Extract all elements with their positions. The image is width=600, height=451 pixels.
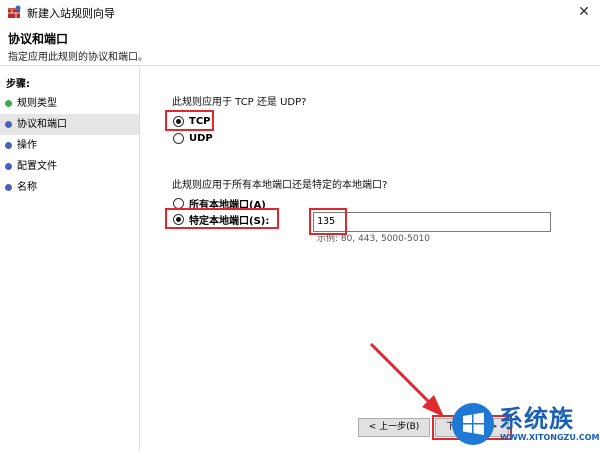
firewall-icon — [8, 5, 21, 18]
ports-example: 示例: 80, 443, 5000-5010 — [317, 234, 431, 244]
radio-tcp[interactable]: TCP — [173, 113, 211, 129]
sidebar-item-label: 名称 — [17, 182, 37, 193]
steps-list: 规则类型 协议和端口 操作 配置文件 名称 — [0, 93, 139, 198]
back-button[interactable]: < 上一步(B) — [358, 418, 430, 437]
windows-logo-icon — [452, 403, 494, 445]
radio-label: 特定本地端口(S): — [189, 215, 270, 227]
sidebar-item-name[interactable]: 名称 — [0, 177, 139, 198]
watermark: 系统族 WWW.XITONGZU.COM — [447, 397, 600, 451]
title-bar: 新建入站规则向导 ✕ — [0, 0, 600, 24]
steps-label: 步骤: — [6, 79, 30, 90]
wizard-header: 协议和端口 指定应用此规则的协议和端口。 — [0, 24, 600, 66]
step-bullet-icon — [5, 184, 12, 191]
annotation-arrow-icon — [369, 342, 444, 417]
sidebar-item-profile[interactable]: 配置文件 — [0, 156, 139, 177]
sidebar-item-label: 配置文件 — [17, 161, 57, 172]
radio-label: TCP — [189, 115, 211, 127]
sidebar-item-action[interactable]: 操作 — [0, 135, 139, 156]
radio-udp[interactable]: UDP — [173, 130, 213, 146]
radio-button-checked[interactable] — [173, 213, 184, 225]
sidebar-item-label: 操作 — [17, 140, 37, 151]
radio-button[interactable] — [173, 132, 184, 144]
watermark-text: 系统族 — [499, 405, 574, 433]
step-bullet-icon — [5, 121, 12, 128]
sidebar-item-protocol-ports[interactable]: 协议和端口 — [0, 114, 139, 135]
radio-button-checked[interactable] — [173, 115, 184, 127]
sidebar-item-label: 规则类型 — [17, 98, 57, 109]
step-bullet-icon — [5, 163, 12, 170]
step-bullet-icon — [5, 142, 12, 149]
ports-question: 此规则应用于所有本地端口还是特定的本地端口? — [172, 180, 388, 191]
protocol-question: 此规则应用于 TCP 还是 UDP? — [172, 97, 307, 108]
page-title: 协议和端口 — [8, 32, 69, 46]
page-subtitle: 指定应用此规则的协议和端口。 — [8, 52, 148, 63]
port-input[interactable]: 135 — [313, 212, 551, 232]
radio-button[interactable] — [173, 197, 184, 209]
radio-label: UDP — [189, 132, 213, 144]
steps-sidebar: 步骤: 规则类型 协议和端口 操作 配置文件 名称 — [0, 67, 140, 451]
window-title: 新建入站规则向导 — [27, 7, 115, 20]
sidebar-item-rule-type[interactable]: 规则类型 — [0, 93, 139, 114]
sidebar-item-label: 协议和端口 — [17, 119, 67, 130]
radio-specific-ports[interactable]: 特定本地端口(S): — [173, 211, 269, 227]
close-button[interactable]: ✕ — [574, 2, 594, 22]
watermark-url: WWW.XITONGZU.COM — [500, 433, 600, 442]
step-done-icon — [5, 100, 12, 107]
